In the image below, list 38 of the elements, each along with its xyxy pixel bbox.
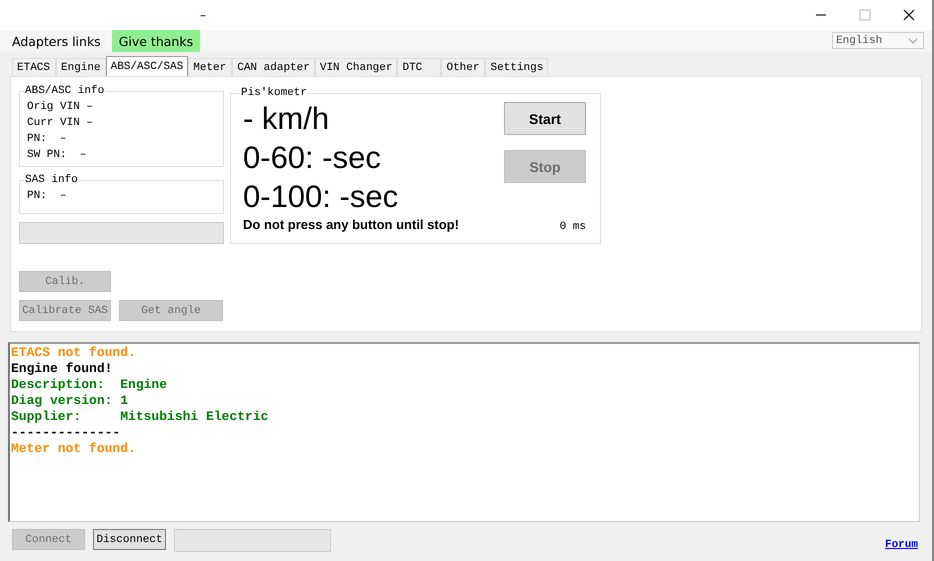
time-readout: 0-60: -sec: [243, 139, 382, 177]
tab[interactable]: VIN Changer: [314, 58, 398, 76]
group-title: ABS/ASC info: [24, 85, 106, 97]
info-text: SW PN: –: [27, 148, 88, 163]
action-button[interactable]: Start: [504, 102, 586, 135]
info-text: Curr VIN –: [27, 116, 94, 131]
menu-item[interactable]: Give thanks: [112, 30, 200, 52]
tab[interactable]: Meter: [188, 58, 232, 76]
log-line: Diag version: 1: [11, 393, 130, 409]
info-text: PN: –: [27, 132, 68, 147]
log-line: Description: Engine: [11, 377, 168, 393]
info-text: Orig VIN –: [27, 100, 94, 115]
log-line: Engine found!: [11, 361, 114, 377]
group-title: Pis'kometr: [240, 87, 308, 99]
tab[interactable]: DTC: [397, 58, 442, 76]
time-readout: 0-100: -sec: [243, 178, 398, 216]
group-title: SAS info: [24, 174, 79, 186]
tab[interactable]: Other: [441, 58, 486, 76]
info-text: PN: –: [27, 189, 68, 204]
tab[interactable]: ABS/ASC/SAS: [106, 56, 188, 76]
forum-link[interactable]: Forum: [884, 539, 918, 551]
chevron-icon: [908, 38, 918, 44]
warning-text: Do not press any button until stop!: [243, 217, 459, 232]
window-title: –: [200, 8, 206, 22]
speed-readout: - km/h: [243, 100, 330, 138]
tab[interactable]: Engine: [56, 58, 106, 76]
tab[interactable]: ETACS: [12, 58, 56, 76]
tab[interactable]: Settings: [485, 58, 548, 76]
close-icon[interactable]: [903, 9, 915, 21]
action-button[interactable]: Disconnect: [93, 529, 166, 550]
tab[interactable]: CAN adapter: [232, 58, 315, 76]
language-dropdown[interactable]: English: [832, 32, 924, 49]
log-line: Meter not found.: [11, 441, 137, 457]
log-line: ETACS not found.: [11, 345, 137, 361]
log-line: Supplier: Mitsubishi Electric: [11, 409, 270, 425]
menu-item[interactable]: Adapters links: [5, 30, 108, 52]
log-line: --------------: [11, 425, 122, 441]
elapsed-text: 0 ms: [560, 221, 586, 233]
